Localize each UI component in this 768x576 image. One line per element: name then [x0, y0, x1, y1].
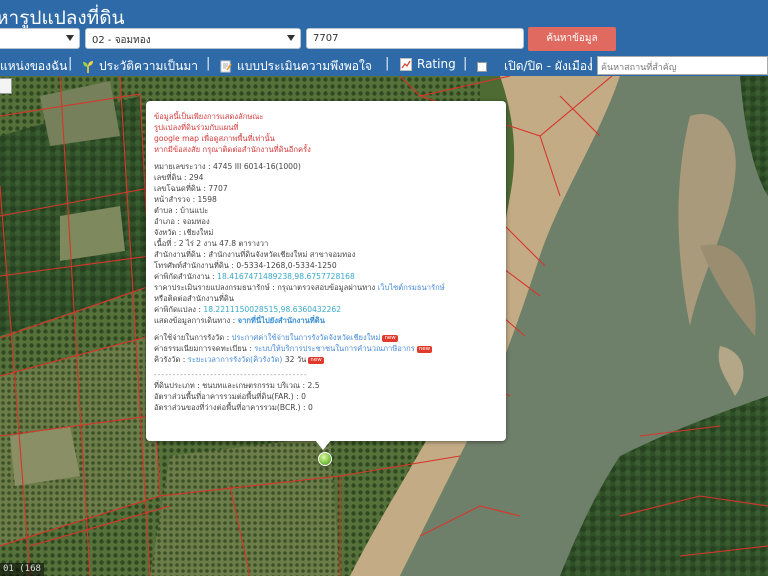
route-row: แสดงข้อมูลการเดินทาง : จากที่นี่ไปยังสำน…: [154, 316, 325, 325]
survey-fee-row: ค่าใช้จ่ายในการรังวัด : ประกาศค่าใช้จ่าย…: [154, 333, 398, 342]
deed-no-row: เลขโฉนดที่ดิน : 7707: [154, 184, 228, 193]
notice-line: หากมีข้อสงสัย กรุณาติดต่อสำนักงานที่ดินอ…: [154, 145, 311, 154]
survey-page-value: 1598: [197, 195, 217, 204]
new-badge: new: [308, 357, 324, 364]
nav-rating-label: Rating: [417, 57, 456, 71]
nav-separator: |: [206, 56, 211, 71]
survey-queue-value: 32 วัน: [284, 355, 307, 364]
treasury-link[interactable]: เว็บไซต์กรมธนารักษ์: [378, 283, 445, 292]
route-link[interactable]: จากที่นี่ไปยังสำนักงานที่ดิน: [238, 316, 325, 325]
nav-satisfaction-survey-label: แบบประเมินความพึงพอใจ: [237, 59, 372, 73]
map-coordinate-readout: 01 (168: [0, 563, 44, 576]
bcr-value: 0: [308, 403, 313, 412]
office-coord-row: ค่าพิกัดสำนักงาน : 18.4167471489238,98.6…: [154, 272, 355, 281]
nav-city-plan-label: เปิด/ปิด - ผังเมือง: [504, 59, 593, 73]
nav-separator: |: [463, 56, 468, 71]
survey-page-row: หน้าสำรวจ : 1598: [154, 195, 217, 204]
land-no-row: เลขที่ดิน : 294: [154, 173, 204, 182]
search-button[interactable]: ค้นหาข้อมูล: [528, 27, 616, 51]
divider: - - - - - - - - - - - - - - - - - - - - …: [154, 371, 307, 379]
survey-queue-row: คิวรังวัด : ระยะเวลาการรังวัด(คิวรังวัด)…: [154, 355, 324, 364]
land-no-value: 294: [188, 173, 204, 182]
sprout-icon: [83, 61, 93, 73]
chart-icon: [400, 57, 412, 71]
province-value: เชียงใหม่: [183, 228, 214, 237]
phone-value: 0-5334-1268,0-5334-1250: [236, 261, 337, 270]
district-value: จอมทอง: [182, 217, 210, 226]
map-sheet-row: หมายเลขระวาง : 4745 III 6014-16(1000): [154, 162, 301, 171]
office-value: สำนักงานที่ดินจังหวัดเชียงใหม่ สาขาจอมทอ…: [208, 250, 356, 259]
survey-queue-link[interactable]: ระยะเวลาการรังวัด(คิวรังวัด): [188, 355, 283, 364]
top-header: หารูปแปลงที่ดิน 02 - จอมทอง 7707 ค้นหาข้…: [0, 0, 768, 76]
price-row: ราคาประเมินรายแปลงกรมธนารักษ์ : กรุณาตรว…: [154, 283, 445, 292]
nav-my-location[interactable]: แหน่งของฉัน: [0, 57, 67, 76]
office-row: สำนักงานที่ดิน : สำนักงานที่ดินจังหวัดเช…: [154, 250, 356, 259]
nav-history-label: ประวัติความเป็นมา: [99, 59, 199, 73]
office-coord-link[interactable]: 18.4167471489238,98.6757728168: [217, 272, 355, 281]
area-value: 2 ไร่ 2 งาน 47.8 ตารางวา: [178, 239, 269, 248]
notice-line: ข้อมูลนี้เป็นเพียงการแสดงลักษณะ: [154, 112, 264, 121]
registration-fee-link[interactable]: ระบบให้บริการประชาชนในการคำนวณภาษีอากร: [254, 344, 415, 353]
map-sheet-value: 4745 III 6014-16(1000): [212, 162, 301, 171]
chevron-down-icon: [66, 35, 74, 41]
district-select-value: 02 - จอมทอง: [92, 35, 151, 46]
parcel-marker-icon[interactable]: [318, 452, 332, 466]
new-badge: new: [382, 335, 398, 342]
parcel-number-value: 7707: [313, 33, 339, 44]
popup-pointer: [315, 440, 331, 450]
zone-value: 2.5: [307, 381, 320, 390]
district-select[interactable]: 02 - จอมทอง: [85, 28, 301, 49]
province-select[interactable]: [0, 28, 80, 49]
map-control-icon[interactable]: [0, 78, 12, 94]
far-value: 0: [301, 392, 306, 401]
registration-fee-row: ค่าธรรมเนียมการจดทะเบียน : ระบบให้บริการ…: [154, 344, 433, 353]
zone-row: ที่ดินประเภท : ชนบทและเกษตรกรรม บริเวณ :…: [154, 381, 320, 390]
area-row: เนื้อที่ : 2 ไร่ 2 งาน 47.8 ตารางวา: [154, 239, 269, 248]
price-suffix: หรือติดต่อสำนักงานที่ดิน: [154, 294, 234, 303]
nav-city-plan-toggle[interactable]: เปิด/ปิด - ผังเมือง: [477, 57, 593, 76]
province-row: จังหวัด : เชียงใหม่: [154, 228, 214, 237]
district-row: อำเภอ : จอมทอง: [154, 217, 210, 226]
nav-history[interactable]: ประวัติความเป็นมา: [82, 57, 198, 76]
place-search-input[interactable]: ค้นหาสถานที่สำคัญ: [597, 56, 768, 75]
notice-line: google map เพื่อดูสภาพพื้นที่เท่านั้น: [154, 134, 275, 143]
parcel-coord-link[interactable]: 18.2211150028515,98.6360432262: [203, 305, 341, 314]
price-value: กรุณาตรวจสอบข้อมูลผ่านทาง: [277, 283, 376, 292]
chevron-down-icon: [287, 35, 295, 41]
place-search-placeholder: ค้นหาสถานที่สำคัญ: [601, 63, 677, 73]
notice-line: รูปแปลงที่ดินร่วมกับแผนที่: [154, 123, 239, 132]
subdistrict-value: บ้านแปะ: [180, 206, 209, 215]
parcel-number-input[interactable]: 7707: [306, 28, 524, 49]
document-edit-icon: [220, 60, 232, 73]
checkbox-icon[interactable]: [477, 61, 487, 72]
deed-no-value: 7707: [208, 184, 228, 193]
parcel-info-popup: ข้อมูลนี้เป็นเพียงการแสดงลักษณะ รูปแปลงท…: [146, 101, 506, 441]
nav-rating[interactable]: Rating: [400, 57, 456, 71]
bcr-row: อัตราส่วนของที่ว่างต่อพื้นที่อาคารรวม(BC…: [154, 403, 313, 412]
nav-separator: |: [68, 56, 73, 71]
nav-separator: |: [589, 56, 594, 71]
nav-satisfaction-survey[interactable]: แบบประเมินความพึงพอใจ: [220, 57, 372, 76]
nav-my-location-label: แหน่งของฉัน: [0, 59, 68, 73]
phone-row: โทรศัพท์สำนักงานที่ดิน : 0-5334-1268,0-5…: [154, 261, 337, 270]
nav-separator: |: [385, 56, 390, 71]
subdistrict-row: ตำบล : บ้านแปะ: [154, 206, 209, 215]
far-row: อัตราส่วนพื้นที่อาคารรวมต่อพื้นที่ดิน(FA…: [154, 392, 306, 401]
survey-fee-link[interactable]: ประกาศค่าใช้จ่ายในการรังวัดจังหวัดเชียงใ…: [232, 333, 381, 342]
parcel-coord-row: ค่าพิกัดแปลง : 18.2211150028515,98.63604…: [154, 305, 342, 314]
new-badge: new: [416, 346, 433, 353]
